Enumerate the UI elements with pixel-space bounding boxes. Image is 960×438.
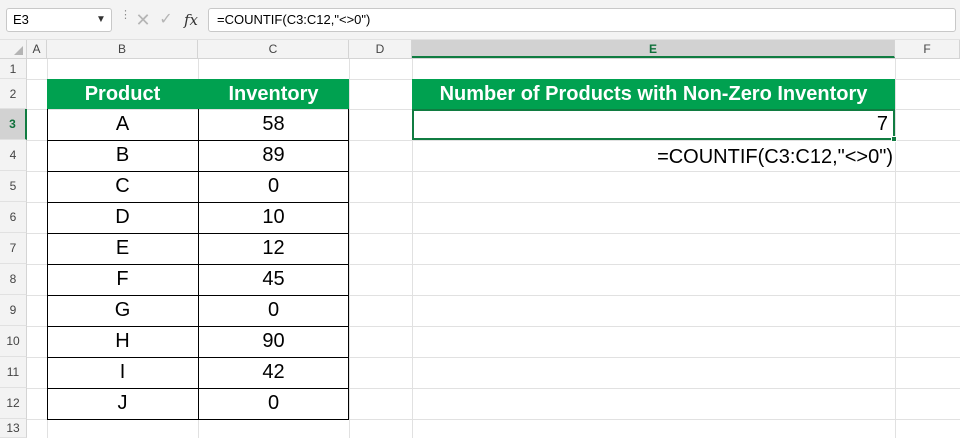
row-header-1[interactable]: 1: [0, 59, 27, 79]
table-border: [47, 171, 349, 172]
column-header-f[interactable]: F: [895, 40, 960, 58]
chevron-down-icon[interactable]: ▼: [92, 8, 110, 32]
column-header-e[interactable]: E: [412, 40, 895, 58]
product-cell[interactable]: C: [47, 171, 198, 202]
header-product[interactable]: Product: [47, 79, 198, 109]
enter-icon[interactable]: ✓: [156, 8, 176, 32]
row-header-2[interactable]: 2: [0, 79, 27, 109]
column-header-a[interactable]: A: [27, 40, 47, 58]
table-border: [47, 264, 349, 265]
inventory-cell[interactable]: 89: [198, 140, 349, 171]
row-header-7[interactable]: 7: [0, 233, 27, 264]
inventory-cell[interactable]: 90: [198, 326, 349, 357]
row-header-10[interactable]: 10: [0, 326, 27, 357]
table-border: [47, 140, 349, 141]
column-header-c[interactable]: C: [198, 40, 349, 58]
product-cell[interactable]: B: [47, 140, 198, 171]
column-header-d[interactable]: D: [349, 40, 412, 58]
inventory-cell[interactable]: 12: [198, 233, 349, 264]
row-header-12[interactable]: 12: [0, 388, 27, 419]
row-header-5[interactable]: 5: [0, 171, 27, 202]
product-cell[interactable]: I: [47, 357, 198, 388]
product-cell[interactable]: J: [47, 388, 198, 419]
inventory-cell[interactable]: 0: [198, 388, 349, 419]
formula-bar: E3 ▼ ⋮ ✕ ✓ fx =COUNTIF(C3:C12,"<>0"): [0, 0, 960, 40]
select-all-button[interactable]: [0, 40, 27, 58]
inventory-cell[interactable]: 0: [198, 171, 349, 202]
product-cell[interactable]: D: [47, 202, 198, 233]
row-header-8[interactable]: 8: [0, 264, 27, 295]
inventory-cell[interactable]: 10: [198, 202, 349, 233]
table-border: [47, 419, 349, 420]
product-cell[interactable]: E: [47, 233, 198, 264]
column-header-b[interactable]: B: [47, 40, 198, 58]
inventory-cell[interactable]: 42: [198, 357, 349, 388]
row-header-9[interactable]: 9: [0, 295, 27, 326]
row-header-4[interactable]: 4: [0, 140, 27, 171]
header-inventory[interactable]: Inventory: [198, 79, 349, 109]
formula-input[interactable]: =COUNTIF(C3:C12,"<>0"): [208, 8, 956, 32]
table-border: [47, 388, 349, 389]
row-header-13[interactable]: 13: [0, 419, 27, 438]
product-cell[interactable]: G: [47, 295, 198, 326]
insert-function-icon[interactable]: fx: [180, 8, 202, 32]
row-header-11[interactable]: 11: [0, 357, 27, 388]
inventory-cell[interactable]: 45: [198, 264, 349, 295]
product-cell[interactable]: H: [47, 326, 198, 357]
inventory-cell[interactable]: 0: [198, 295, 349, 326]
row-header-6[interactable]: 6: [0, 202, 27, 233]
inventory-cell[interactable]: 58: [198, 109, 349, 140]
table-border: [47, 326, 349, 327]
select-all-icon: [14, 46, 23, 55]
table-border: [47, 357, 349, 358]
table-border: [47, 202, 349, 203]
product-cell[interactable]: F: [47, 264, 198, 295]
drag-handle-icon[interactable]: ⋮: [120, 10, 131, 27]
result-header[interactable]: Number of Products with Non-Zero Invento…: [412, 79, 895, 109]
product-cell[interactable]: A: [47, 109, 198, 140]
row-header-3[interactable]: 3: [0, 109, 27, 140]
column-headers: A B C D E F: [0, 40, 960, 59]
cancel-icon[interactable]: ✕: [133, 8, 153, 32]
formula-annotation: =COUNTIF(C3:C12,"<>0"): [657, 146, 893, 168]
table-border: [47, 295, 349, 296]
gridline: [349, 59, 350, 438]
gridline: [895, 59, 896, 438]
result-cell-selected[interactable]: 7: [412, 109, 895, 140]
table-border: [47, 233, 349, 234]
